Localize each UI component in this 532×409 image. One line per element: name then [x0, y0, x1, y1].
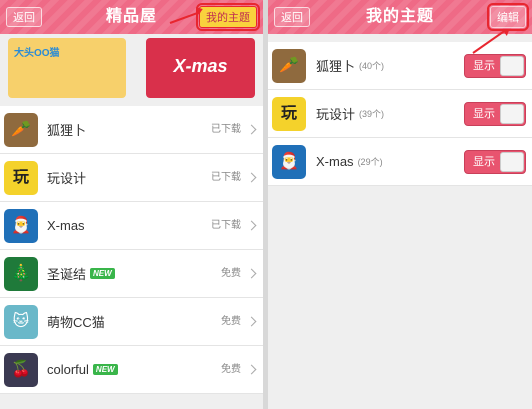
- item-name: X-mas: [47, 218, 85, 233]
- item-name: X-mas: [316, 154, 354, 169]
- item-count: (29个): [357, 157, 383, 167]
- thumb-glyph: 🥕: [11, 120, 31, 138]
- list-item[interactable]: 玩 玩设计 已下载: [0, 154, 263, 202]
- design-icon: 玩: [4, 160, 38, 195]
- show-toggle[interactable]: 显示: [464, 150, 526, 174]
- item-name: 玩设计: [47, 171, 87, 186]
- list-item[interactable]: 🎄 圣诞结 NEW 免费: [0, 250, 263, 298]
- edit-button[interactable]: 编辑: [487, 3, 529, 31]
- banner-fox-cat[interactable]: 大头OO猫: [8, 38, 126, 98]
- theme-list: 🥕 狐狸卜 已下载 玩 玩设计 已下载 🎅 X-mas 已下载 🎄 圣诞结 NE: [0, 106, 263, 394]
- toggle-knob: [500, 56, 524, 76]
- list-item: 🎅 X-mas (29个) 显示: [268, 138, 532, 186]
- toggle-label: 显示: [473, 108, 495, 120]
- new-badge: NEW: [90, 268, 115, 279]
- santa-icon: 🎅: [272, 144, 306, 179]
- toggle-knob: [500, 152, 524, 172]
- cherry-icon: 🍒: [4, 352, 38, 387]
- item-status: 免费: [221, 364, 241, 375]
- store-panel: 返回 精品屋 我的主题 大头OO猫 X-mas 🥕 狐狸卜 已下载 玩 玩设计: [0, 0, 263, 409]
- my-theme-list: 🥕 狐狸卜 (40个) 显示 玩 玩设计 (39个) 显示 🎅 X-mas (2…: [268, 42, 532, 186]
- chevron-right-icon: [246, 220, 257, 231]
- thumb-glyph: 🎅: [279, 152, 299, 170]
- item-count: (40个): [359, 61, 385, 71]
- banner-label: X-mas: [173, 56, 228, 76]
- toggle-label: 显示: [473, 60, 495, 72]
- banner-xmas[interactable]: X-mas: [146, 38, 255, 98]
- thumb-glyph: 玩: [12, 168, 29, 186]
- my-theme-button[interactable]: 我的主题: [196, 3, 260, 31]
- list-item: 玩 玩设计 (39个) 显示: [268, 90, 532, 138]
- my-themes-topbar: 返回 我的主题 编辑: [268, 0, 532, 34]
- list-item[interactable]: 🐱 萌物CC猫 免费: [0, 298, 263, 346]
- fox-icon: 🥕: [272, 48, 306, 83]
- item-status: 免费: [221, 316, 241, 327]
- chevron-right-icon: [246, 124, 257, 135]
- chevron-right-icon: [246, 268, 257, 279]
- thumb-glyph: 🥕: [279, 56, 299, 74]
- list-item[interactable]: 🍒 colorful NEW 免费: [0, 346, 263, 394]
- chevron-right-icon: [246, 172, 257, 183]
- item-name: colorful: [47, 362, 89, 377]
- item-name: 狐狸卜: [316, 59, 356, 74]
- my-themes-panel: 返回 我的主题 编辑 🥕 狐狸卜 (40个) 显示 玩 玩设计 (39个) 显示…: [268, 0, 532, 409]
- show-toggle[interactable]: 显示: [464, 102, 526, 126]
- item-name: 圣诞结: [47, 267, 87, 282]
- thumb-glyph: 🍒: [11, 360, 31, 378]
- thumb-glyph: 玩: [280, 104, 297, 122]
- list-item: 🥕 狐狸卜 (40个) 显示: [268, 42, 532, 90]
- chevron-right-icon: [246, 316, 257, 327]
- thumb-glyph: 🎄: [11, 264, 31, 282]
- item-count: (39个): [359, 109, 385, 119]
- item-status: 已下载: [211, 220, 241, 231]
- item-name: 狐狸卜: [47, 123, 87, 138]
- santa-icon: 🎅: [4, 208, 38, 243]
- toggle-knob: [500, 104, 524, 124]
- item-status: 已下载: [211, 124, 241, 135]
- item-status: 已下载: [211, 172, 241, 183]
- screenshot-root: 返回 精品屋 我的主题 大头OO猫 X-mas 🥕 狐狸卜 已下载 玩 玩设计: [0, 0, 532, 409]
- list-item[interactable]: 🎅 X-mas 已下载: [0, 202, 263, 250]
- wreath-icon: 🎄: [4, 256, 38, 291]
- item-status: 免费: [221, 268, 241, 279]
- design-icon: 玩: [272, 96, 306, 131]
- new-badge: NEW: [92, 364, 118, 375]
- thumb-glyph: 🎅: [11, 216, 31, 234]
- show-toggle[interactable]: 显示: [464, 54, 526, 78]
- list-item[interactable]: 🥕 狐狸卜 已下载: [0, 106, 263, 154]
- chevron-right-icon: [246, 364, 257, 375]
- store-topbar: 返回 精品屋 我的主题: [0, 0, 263, 34]
- item-name: 玩设计: [316, 107, 356, 122]
- banner-row: 大头OO猫 X-mas: [0, 34, 263, 106]
- toggle-label: 显示: [473, 156, 495, 168]
- cat-icon: 🐱: [4, 304, 38, 339]
- thumb-glyph: 🐱: [12, 312, 30, 330]
- item-name: 萌物CC猫: [47, 315, 105, 330]
- fox-icon: 🥕: [4, 112, 38, 147]
- banner-label: 大头OO猫: [14, 48, 60, 59]
